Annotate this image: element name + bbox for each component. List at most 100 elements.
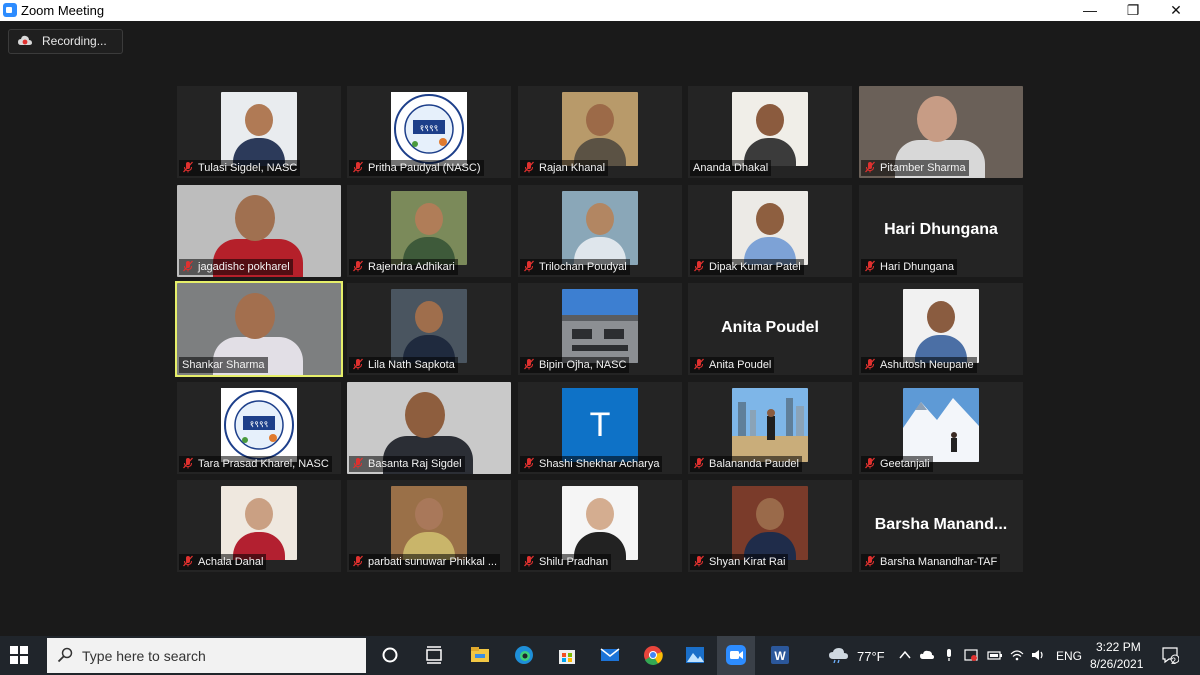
- notification-count: 2: [1171, 656, 1177, 666]
- participant-name-tag: parbati sunuwar Phikkal ...: [349, 554, 501, 570]
- participant-name: Shashi Shekhar Acharya: [539, 458, 660, 470]
- participant-tile[interactable]: Rajendra Adhikari: [347, 185, 511, 277]
- participant-tile[interactable]: Ashutosh Neupane: [859, 283, 1023, 375]
- clock-date[interactable]: 8/26/2021: [1090, 657, 1143, 671]
- participant-tile[interactable]: Achala Dahal: [177, 480, 341, 572]
- logo-text: १९९९: [250, 420, 269, 430]
- store-icon[interactable]: [556, 644, 578, 666]
- recording-indicator[interactable]: Recording...: [8, 29, 123, 54]
- participant-name: Rajendra Adhikari: [368, 261, 455, 273]
- muted-microphone-icon: [523, 457, 535, 469]
- participant-tile[interactable]: १९९९ Tara Prasad Kharel, NASC: [177, 382, 341, 474]
- participant-name-tag: Basanta Raj Sigdel: [349, 456, 465, 472]
- participant-tile[interactable]: Dipak Kumar Patel: [688, 185, 852, 277]
- participant-tile[interactable]: Bipin Ojha, NASC: [518, 283, 682, 375]
- participant-tile[interactable]: Shankar Sharma: [175, 281, 343, 377]
- nasc-logo: १९९९: [221, 388, 297, 462]
- participant-tile[interactable]: १९९९ Pritha Paudyal (NASC): [347, 86, 511, 178]
- participant-tile[interactable]: Tulasi Sigdel, NASC: [177, 86, 341, 178]
- maximize-button[interactable]: ❐: [1110, 0, 1156, 21]
- muted-microphone-icon: [523, 555, 535, 567]
- participant-tile[interactable]: Rajan Khanal: [518, 86, 682, 178]
- muted-microphone-icon: [523, 161, 535, 173]
- chevron-up-icon[interactable]: [898, 648, 912, 662]
- participant-video: [732, 191, 808, 265]
- photos-icon[interactable]: [684, 644, 706, 666]
- muted-microphone-icon: [352, 555, 364, 567]
- window-title: Zoom Meeting: [21, 3, 105, 18]
- nasc-logo: १९९९: [391, 92, 467, 166]
- participant-video: [903, 289, 979, 363]
- muted-microphone-icon: [693, 457, 705, 469]
- participant-name: Dipak Kumar Patel: [709, 261, 801, 273]
- participant-name: Trilochan Poudyal: [539, 261, 627, 273]
- mail-icon[interactable]: [599, 644, 621, 666]
- search-icon: [57, 647, 73, 663]
- participant-tile[interactable]: Shyan Kirat Rai: [688, 480, 852, 572]
- muted-microphone-icon: [182, 457, 194, 469]
- svg-text:W: W: [774, 649, 786, 663]
- participant-name: Shankar Sharma: [182, 359, 265, 371]
- muted-microphone-icon: [864, 358, 876, 370]
- windows-start-icon[interactable]: [10, 646, 28, 664]
- participant-tile[interactable]: Trilochan Poudyal: [518, 185, 682, 277]
- participant-video: [391, 486, 467, 560]
- minimize-button[interactable]: —: [1067, 0, 1113, 21]
- participant-name-tag: Achala Dahal: [179, 554, 267, 570]
- participant-name-tag: Tulasi Sigdel, NASC: [179, 160, 301, 176]
- participant-video: [221, 92, 297, 166]
- close-button[interactable]: ✕: [1153, 0, 1199, 21]
- participant-name: Pritha Paudyal (NASC): [368, 162, 481, 174]
- participant-tile[interactable]: Barsha Manand... Barsha Manandhar-TAF: [859, 480, 1023, 572]
- clock-time[interactable]: 3:22 PM: [1096, 640, 1141, 654]
- participant-tile[interactable]: Shilu Pradhan: [518, 480, 682, 572]
- wifi-icon[interactable]: [1010, 648, 1024, 662]
- file-explorer-icon[interactable]: [469, 644, 491, 666]
- participant-tile[interactable]: jagadishc pokharel: [177, 185, 341, 277]
- muted-microphone-icon: [352, 457, 364, 469]
- participant-video: [732, 92, 808, 166]
- muted-microphone-icon: [693, 555, 705, 567]
- participant-display-name: Barsha Manand...: [874, 516, 1008, 533]
- participant-name: parbati sunuwar Phikkal ...: [368, 556, 498, 568]
- participant-tile[interactable]: Basanta Raj Sigdel: [347, 382, 511, 474]
- participant-name: Barsha Manandhar-TAF: [880, 556, 998, 568]
- volume-icon[interactable]: [1031, 648, 1045, 662]
- notification-center-icon[interactable]: [1161, 646, 1179, 664]
- muted-microphone-icon: [182, 161, 194, 173]
- chrome-icon[interactable]: [642, 644, 664, 666]
- participant-name-tag: Hari Dhungana: [861, 259, 957, 275]
- participant-tile[interactable]: Ananda Dhakal: [688, 86, 852, 178]
- participant-tile[interactable]: parbati sunuwar Phikkal ...: [347, 480, 511, 572]
- participant-tile[interactable]: Hari Dhungana Hari Dhungana: [859, 185, 1023, 277]
- input-language[interactable]: ENG: [1056, 649, 1082, 663]
- microphone-icon[interactable]: [942, 648, 956, 662]
- participant-tile[interactable]: Geetanjali: [859, 382, 1023, 474]
- participant-tile[interactable]: Pitamber Sharma: [859, 86, 1023, 178]
- participant-tile[interactable]: Lila Nath Sapkota: [347, 283, 511, 375]
- participant-name: Achala Dahal: [198, 556, 264, 568]
- weather-temperature[interactable]: 77°F: [857, 649, 885, 664]
- edge-icon[interactable]: [513, 644, 535, 666]
- security-icon[interactable]: [964, 648, 978, 662]
- participant-video: [732, 486, 808, 560]
- word-icon[interactable]: W: [769, 644, 791, 666]
- participant-name: Tara Prasad Kharel, NASC: [198, 458, 329, 470]
- weather-cloud-icon[interactable]: [829, 647, 849, 663]
- participant-name-tag: Pritha Paudyal (NASC): [349, 160, 484, 176]
- taskbar-search-box[interactable]: Type here to search: [47, 638, 366, 673]
- cortana-icon[interactable]: [379, 644, 401, 666]
- task-view-icon[interactable]: [423, 644, 445, 666]
- participant-name: Balananda Paudel: [709, 458, 799, 470]
- participant-name: Bipin Ojha, NASC: [539, 359, 627, 371]
- participant-tile[interactable]: Anita Poudel Anita Poudel: [688, 283, 852, 375]
- participant-tile[interactable]: Balananda Paudel: [688, 382, 852, 474]
- participant-video: [562, 191, 638, 265]
- title-bar: Zoom Meeting — ❐ ✕: [0, 0, 1200, 21]
- battery-icon[interactable]: [987, 648, 1003, 662]
- logo-text: १९९९: [420, 124, 439, 134]
- participant-tile[interactable]: T Shashi Shekhar Acharya: [518, 382, 682, 474]
- muted-microphone-icon: [864, 457, 876, 469]
- zoom-icon[interactable]: [725, 644, 747, 666]
- onedrive-icon[interactable]: [920, 648, 934, 662]
